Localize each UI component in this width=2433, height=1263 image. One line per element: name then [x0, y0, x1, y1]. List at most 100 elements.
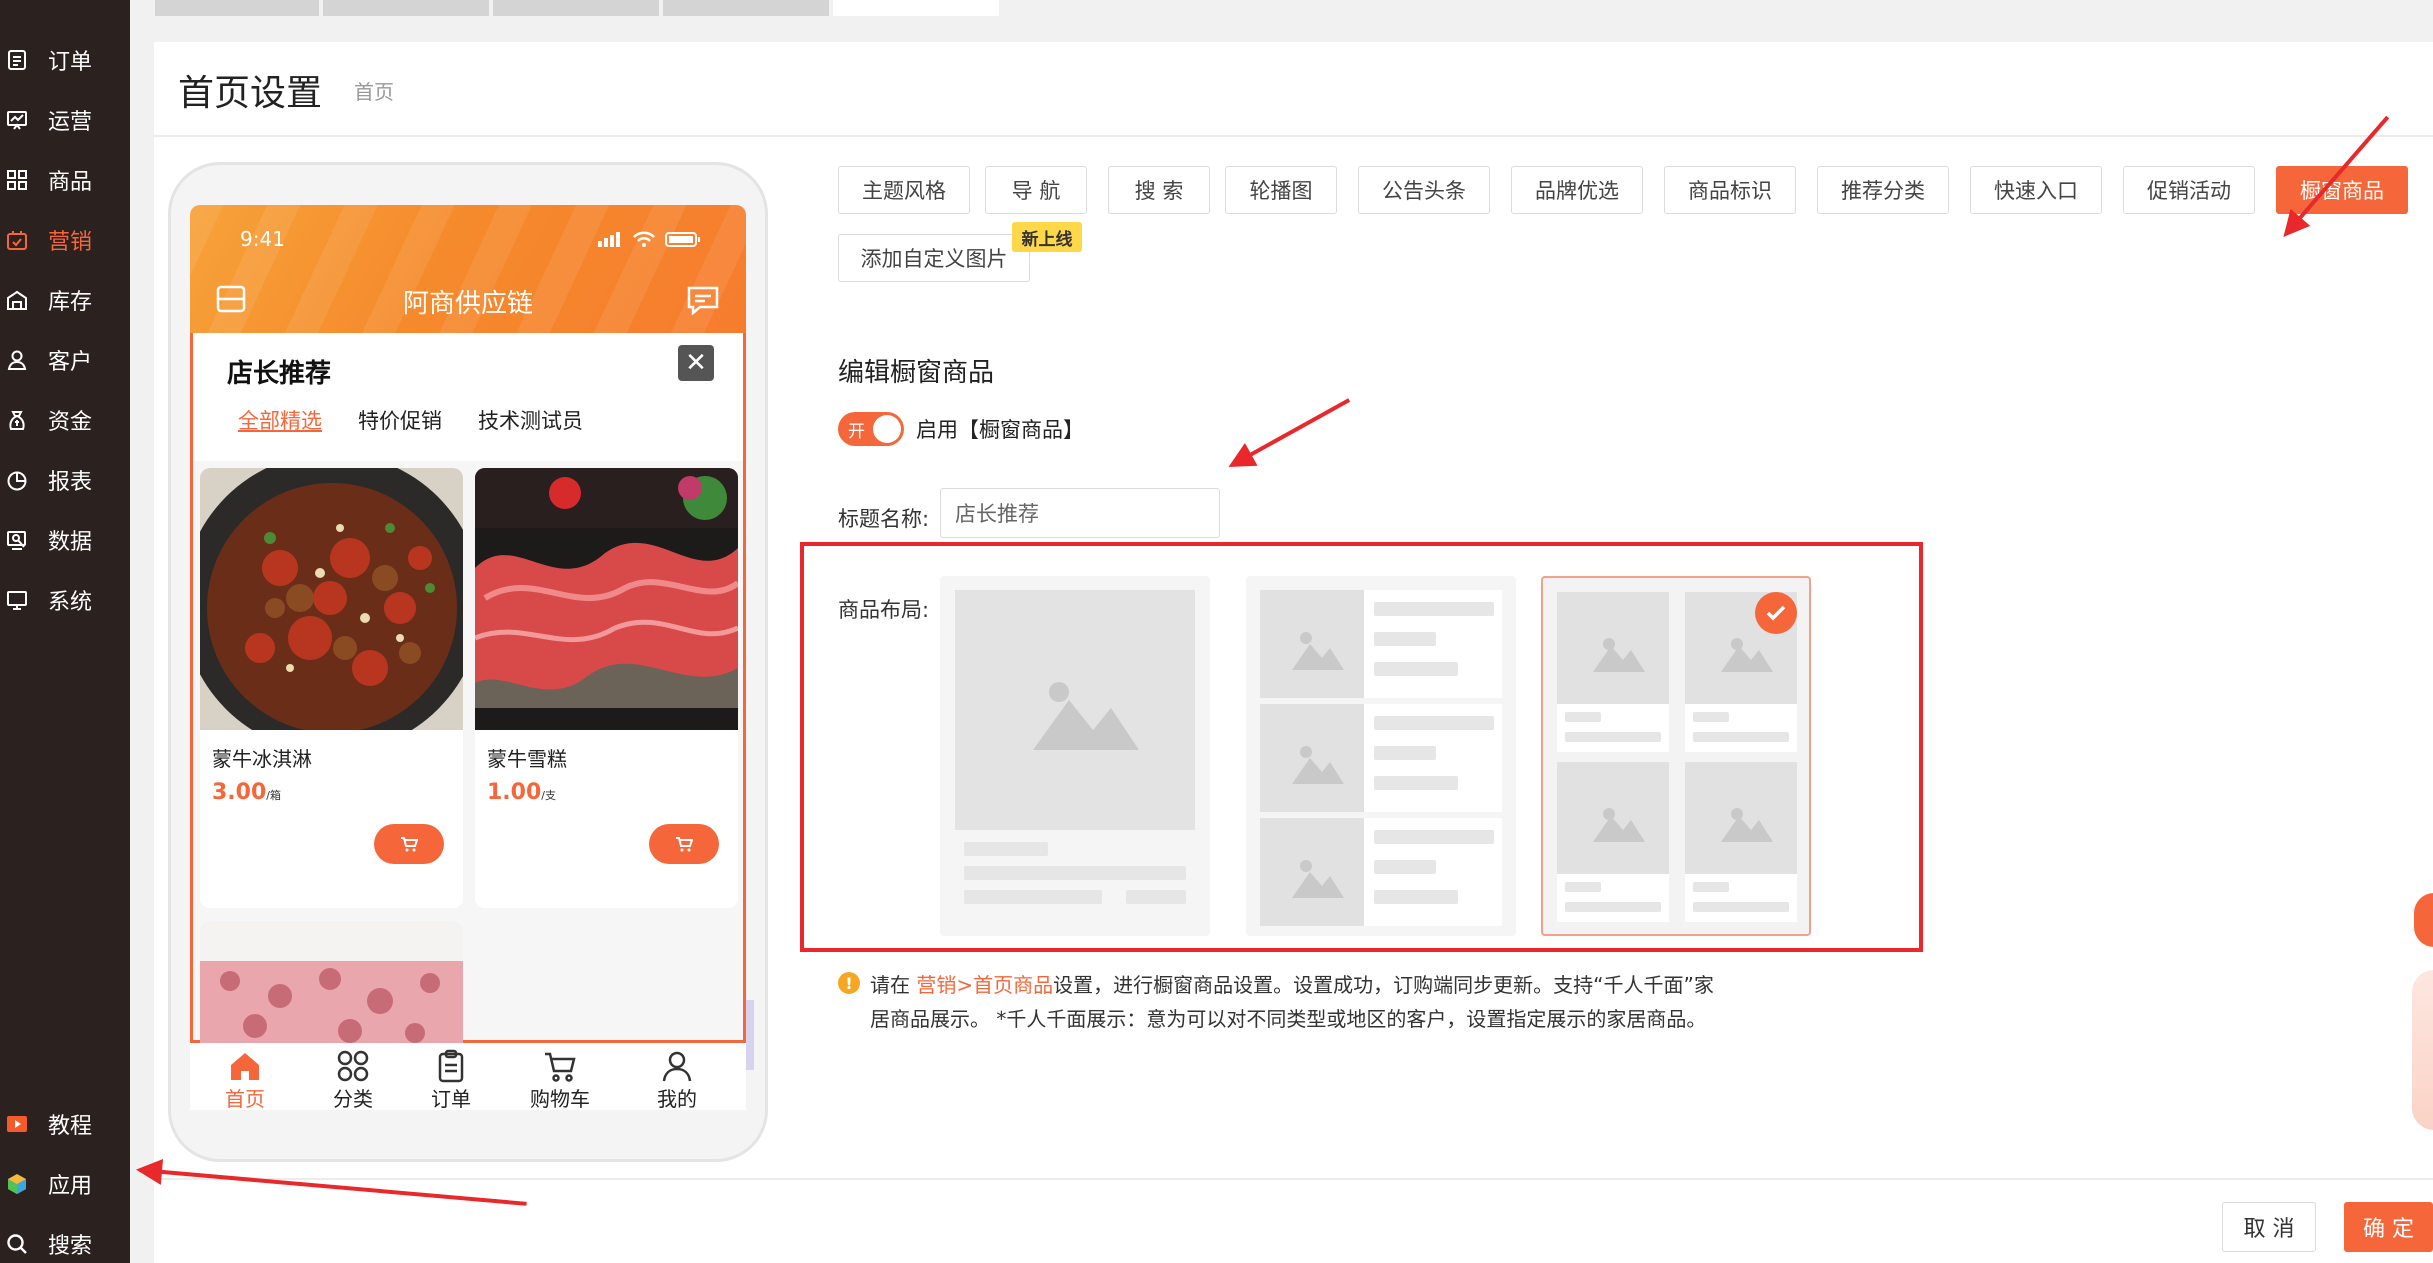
sidebar-item-orders[interactable]: 订单: [0, 38, 130, 82]
product-card[interactable]: 蒙牛雪糕 1.00/支: [475, 468, 738, 908]
message-icon[interactable]: [686, 285, 720, 315]
tab-search[interactable]: 搜 索: [1108, 166, 1210, 214]
sidebar-item-reports[interactable]: 报表: [0, 458, 130, 502]
image-placeholder: [1557, 762, 1669, 874]
image-placeholder: [1260, 704, 1364, 812]
phone-header: 9:41 阿商供应链: [190, 205, 746, 333]
sidebar-item-apps[interactable]: 应用: [0, 1162, 130, 1206]
showcase-tab-tester[interactable]: 技术测试员: [478, 405, 583, 435]
sidebar: 订单 运营 商品 营销 库存 客户 资金 报表 数据 系统 教程 应用 搜索: [0, 0, 130, 1263]
phone-tabbar: 首页 分类 订单 购物车 我的: [190, 1043, 746, 1110]
layout-option-list[interactable]: [1246, 576, 1516, 936]
selected-check-icon: [1755, 592, 1797, 634]
pie-chart-icon: [6, 469, 28, 491]
marketing-icon: [6, 229, 28, 251]
hint-text: 请在 营销>首页商品设置，进行橱窗商品设置。设置成功，订购端同步更新。支持“千人…: [870, 973, 1714, 1031]
top-tab[interactable]: [155, 0, 319, 16]
sidebar-item-label: 搜索: [48, 1234, 93, 1259]
tab-recommend-category[interactable]: 推荐分类: [1817, 166, 1949, 214]
floating-service-button[interactable]: [2414, 893, 2433, 947]
sidebar-item-data[interactable]: 数据: [0, 518, 130, 562]
sidebar-item-label: 运营: [48, 110, 93, 135]
add-to-cart-button[interactable]: [649, 824, 719, 864]
sidebar-item-operations[interactable]: 运营: [0, 98, 130, 142]
warehouse-icon: [6, 289, 28, 311]
layout-option-grid[interactable]: [1541, 576, 1811, 936]
order-list-icon: [438, 1049, 464, 1083]
sidebar-item-system[interactable]: 系统: [0, 578, 130, 622]
text-placeholder: [1374, 890, 1458, 904]
toggle-on-text: 开: [848, 422, 865, 442]
showcase-tab-all[interactable]: 全部精选: [238, 405, 322, 435]
tab-navigation[interactable]: 导 航: [985, 166, 1087, 214]
data-icon: [6, 529, 28, 551]
image-placeholder: [1260, 818, 1364, 926]
grid-cell-placeholder: [1557, 762, 1669, 922]
phone-screen: 9:41 阿商供应链 店长推荐 ✕ 全部精选 特价促销 技术测试员 蒙牛冰淇淋 …: [190, 205, 746, 1110]
sidebar-item-money[interactable]: 资金: [0, 398, 130, 442]
content-gutter: [130, 42, 154, 1263]
tab-carousel[interactable]: 轮播图: [1225, 166, 1337, 214]
product-card[interactable]: 蒙牛冰淇淋 3.00/箱: [200, 468, 463, 908]
showcase-title: 店长推荐: [227, 359, 332, 389]
tab-promotion[interactable]: 促销活动: [2123, 166, 2255, 214]
sidebar-item-tutorial[interactable]: 教程: [0, 1102, 130, 1146]
top-tab[interactable]: [493, 0, 659, 16]
tab-showcase[interactable]: 橱窗商品: [2276, 166, 2408, 214]
sidebar-item-label: 订单: [48, 50, 93, 75]
sidebar-item-label: 报表: [48, 470, 93, 495]
tab-quick-entry[interactable]: 快速入口: [1970, 166, 2102, 214]
title-input[interactable]: [940, 488, 1220, 538]
tab-brand[interactable]: 品牌优选: [1511, 166, 1643, 214]
layout-option-single[interactable]: [940, 576, 1210, 936]
sidebar-item-warehouse[interactable]: 库存: [0, 278, 130, 322]
tabbar-mine[interactable]: 我的: [632, 1043, 722, 1110]
text-placeholder: [1374, 602, 1494, 616]
text-placeholder: [1126, 890, 1186, 904]
top-tab[interactable]: [323, 0, 489, 16]
product-card[interactable]: [200, 921, 463, 1051]
sidebar-item-customer[interactable]: 客户: [0, 338, 130, 382]
add-to-cart-button[interactable]: [374, 824, 444, 864]
top-tab[interactable]: [663, 0, 829, 16]
annotation-arrow: [1231, 398, 1351, 467]
product-name: 蒙牛雪糕: [487, 747, 567, 771]
text-placeholder: [1374, 746, 1436, 760]
scroll-indicator[interactable]: [746, 1000, 754, 1070]
sidebar-item-label: 营销: [48, 230, 93, 255]
hint-link[interactable]: 营销>首页商品: [916, 973, 1053, 997]
sidebar-item-search[interactable]: 搜索: [0, 1222, 130, 1263]
image-placeholder-icon: [1033, 682, 1139, 750]
cart-icon: [401, 837, 418, 852]
floating-side-panel[interactable]: [2412, 970, 2433, 1130]
cancel-button[interactable]: 取 消: [2222, 1202, 2316, 1252]
tabbar-category[interactable]: 分类: [308, 1043, 398, 1110]
list-row-placeholder: [1260, 590, 1502, 698]
tabbar-home[interactable]: 首页: [200, 1043, 290, 1110]
top-tab-active[interactable]: [833, 0, 999, 16]
enable-toggle[interactable]: 开: [838, 412, 904, 446]
enable-label: 启用【橱窗商品】: [916, 418, 1084, 442]
image-placeholder: [1685, 762, 1797, 874]
tab-announcement[interactable]: 公告头条: [1358, 166, 1490, 214]
phone-time: 9:41: [240, 227, 285, 251]
confirm-button[interactable]: 确 定: [2344, 1202, 2433, 1252]
showcase-tab-promo[interactable]: 特价促销: [358, 405, 442, 435]
tab-product-tag[interactable]: 商品标识: [1664, 166, 1796, 214]
tabbar-cart[interactable]: 购物车: [515, 1043, 605, 1110]
close-icon[interactable]: ✕: [678, 345, 714, 381]
tab-theme[interactable]: 主题风格: [838, 166, 970, 214]
sidebar-item-label: 应用: [48, 1174, 93, 1199]
product-image: [475, 468, 738, 730]
text-placeholder: [1693, 732, 1789, 742]
monitor-icon: [6, 589, 28, 611]
sidebar-item-marketing[interactable]: 营销: [0, 218, 130, 262]
image-placeholder: [955, 590, 1195, 830]
tab-custom-image[interactable]: 添加自定义图片: [838, 234, 1030, 282]
text-placeholder: [1693, 712, 1729, 722]
sidebar-item-goods[interactable]: 商品: [0, 158, 130, 202]
sidebar-item-label: 系统: [48, 590, 93, 615]
tabbar-orders[interactable]: 订单: [406, 1043, 496, 1110]
breadcrumb[interactable]: 首页: [354, 76, 394, 105]
phone-app-title: 阿商供应链: [402, 289, 533, 319]
